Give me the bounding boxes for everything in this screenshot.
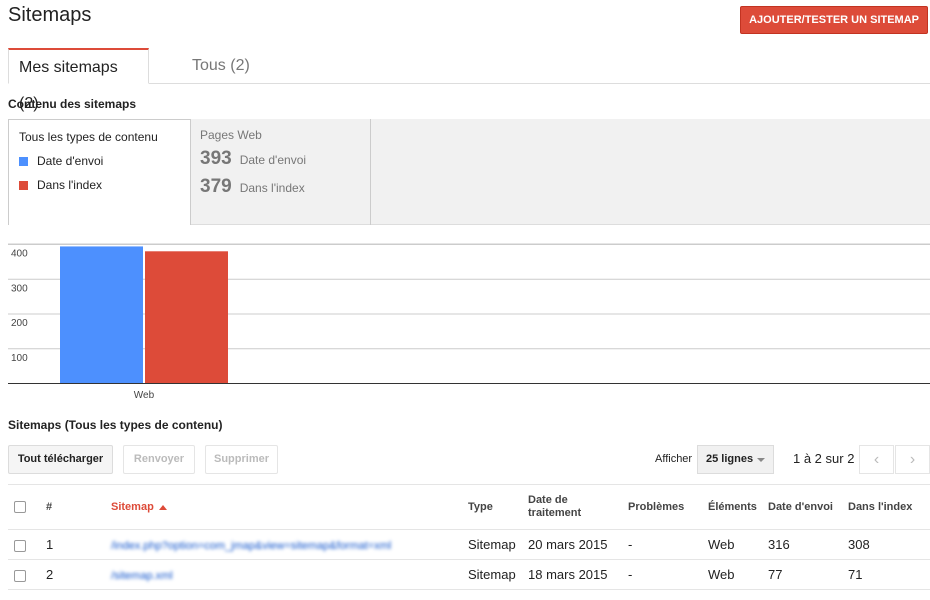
row-problems: - xyxy=(624,559,704,590)
stat-row-indexed: 379 Dans l'index xyxy=(200,176,360,198)
col-type: Type xyxy=(464,484,524,530)
stat-label-indexed: Dans l'index xyxy=(239,181,305,195)
content-section-title: Contenu des sitemaps xyxy=(8,97,137,111)
sitemap-tabs: Mes sitemaps (2) Tous (2) xyxy=(8,48,930,112)
col-elements: Éléments xyxy=(704,484,764,530)
x-category-label: Web xyxy=(134,390,155,401)
y-tick-label: 400 xyxy=(11,249,28,260)
legend-item-sent: Date d'envoi xyxy=(19,154,180,168)
row-indexed: 308 xyxy=(844,529,930,560)
next-page-button[interactable]: › xyxy=(895,445,930,474)
row-checkbox[interactable] xyxy=(14,569,26,582)
col-sitemap[interactable]: Sitemap xyxy=(107,484,464,530)
stats-title: Pages Web xyxy=(200,128,262,142)
delete-button[interactable]: Supprimer xyxy=(205,445,278,474)
legend-label-sent: Date d'envoi xyxy=(37,154,104,168)
legend-label-indexed: Dans l'index xyxy=(37,178,102,192)
row-date: 20 mars 2015 xyxy=(524,529,624,560)
sitemap-bar-chart: 100 200 300 400 Web xyxy=(8,238,930,403)
select-all-cell xyxy=(8,484,36,530)
row-elements: Web xyxy=(704,559,764,590)
col-sent: Date d'envoi xyxy=(764,484,844,530)
row-select-cell xyxy=(8,529,36,560)
chart-bar xyxy=(60,246,143,383)
chart-svg: 100 200 300 400 Web xyxy=(8,243,930,401)
tab-all[interactable]: Tous (2) xyxy=(182,48,260,84)
stat-label-sent: Date d'envoi xyxy=(239,153,307,167)
row-sitemap-cell: /index.php?option=com_jmap&view=sitemap&… xyxy=(107,529,464,560)
content-type-legend[interactable]: Tous les types de contenu Date d'envoi D… xyxy=(8,119,191,225)
legend-swatch-sent xyxy=(19,156,28,166)
sort-ascending-icon xyxy=(158,504,167,510)
y-tick-label: 100 xyxy=(11,353,28,364)
col-date-line2: traitement xyxy=(528,507,582,519)
rows-per-page-select[interactable]: 25 lignes xyxy=(697,445,774,474)
web-pages-stats[interactable]: Pages Web 393 Date d'envoi 379 Dans l'in… xyxy=(190,119,371,225)
chart-bar xyxy=(145,251,228,383)
col-indexed: Dans l'index xyxy=(844,484,930,530)
row-date: 18 mars 2015 xyxy=(524,559,624,590)
row-elements: Web xyxy=(704,529,764,560)
row-problems: - xyxy=(624,529,704,560)
page-title: Sitemaps xyxy=(8,4,92,26)
chevron-left-icon: ‹ xyxy=(873,451,880,468)
dropdown-caret-icon xyxy=(757,458,765,462)
col-processing-date: Date de traitement xyxy=(524,484,624,530)
table-row: 1 /index.php?option=com_jmap&view=sitema… xyxy=(8,529,930,560)
legend-item-indexed: Dans l'index xyxy=(19,178,180,192)
rows-per-page-value: 25 lignes xyxy=(706,453,754,465)
sitemap-link[interactable]: /sitemap.xml xyxy=(111,570,173,582)
row-select-cell xyxy=(8,559,36,590)
sitemaps-table: # Sitemap Type Date de traitement Problèm… xyxy=(8,484,930,590)
y-tick-label: 300 xyxy=(11,283,28,294)
table-row: 2 /sitemap.xml Sitemap 18 mars 2015 - We… xyxy=(8,559,930,590)
stat-value-indexed: 379 xyxy=(200,176,232,197)
pagination-info: 1 à 2 sur 2 xyxy=(793,451,855,466)
row-type: Sitemap xyxy=(464,559,524,590)
chevron-right-icon: › xyxy=(909,451,916,468)
row-num: 1 xyxy=(36,529,107,560)
row-indexed: 71 xyxy=(844,559,930,590)
tab-my-sitemaps[interactable]: Mes sitemaps (2) xyxy=(8,48,149,112)
prev-page-button[interactable]: ‹ xyxy=(859,445,894,474)
row-num: 2 xyxy=(36,559,107,590)
col-problems: Problèmes xyxy=(624,484,704,530)
content-panel: Tous les types de contenu Date d'envoi D… xyxy=(8,119,930,225)
y-tick-label: 200 xyxy=(11,318,28,329)
row-checkbox[interactable] xyxy=(14,539,26,552)
resubmit-button[interactable]: Renvoyer xyxy=(123,445,195,474)
row-type: Sitemap xyxy=(464,529,524,560)
table-section-title: Sitemaps (Tous les types de contenu) xyxy=(8,418,223,432)
col-date-line1: Date de xyxy=(528,494,568,506)
legend-swatch-indexed xyxy=(19,180,28,190)
stat-value-sent: 393 xyxy=(200,148,232,169)
select-all-checkbox[interactable] xyxy=(14,501,26,514)
row-sent: 316 xyxy=(764,529,844,560)
row-sitemap-cell: /sitemap.xml xyxy=(107,559,464,590)
legend-title: Tous les types de contenu xyxy=(19,130,158,144)
row-sent: 77 xyxy=(764,559,844,590)
download-all-button[interactable]: Tout télécharger xyxy=(8,445,113,474)
add-test-sitemap-button[interactable]: AJOUTER/TESTER UN SITEMAP xyxy=(740,6,928,34)
sitemap-link[interactable]: /index.php?option=com_jmap&view=sitemap&… xyxy=(111,540,391,552)
table-header-row: # Sitemap Type Date de traitement Problèm… xyxy=(8,484,930,530)
stat-row-sent: 393 Date d'envoi xyxy=(200,148,360,170)
table-toolbar: Tout télécharger Renvoyer Supprimer Affi… xyxy=(8,445,930,475)
col-num: # xyxy=(36,484,107,530)
col-sitemap-label: Sitemap xyxy=(111,501,154,513)
rows-per-page-label: Afficher xyxy=(655,453,693,465)
